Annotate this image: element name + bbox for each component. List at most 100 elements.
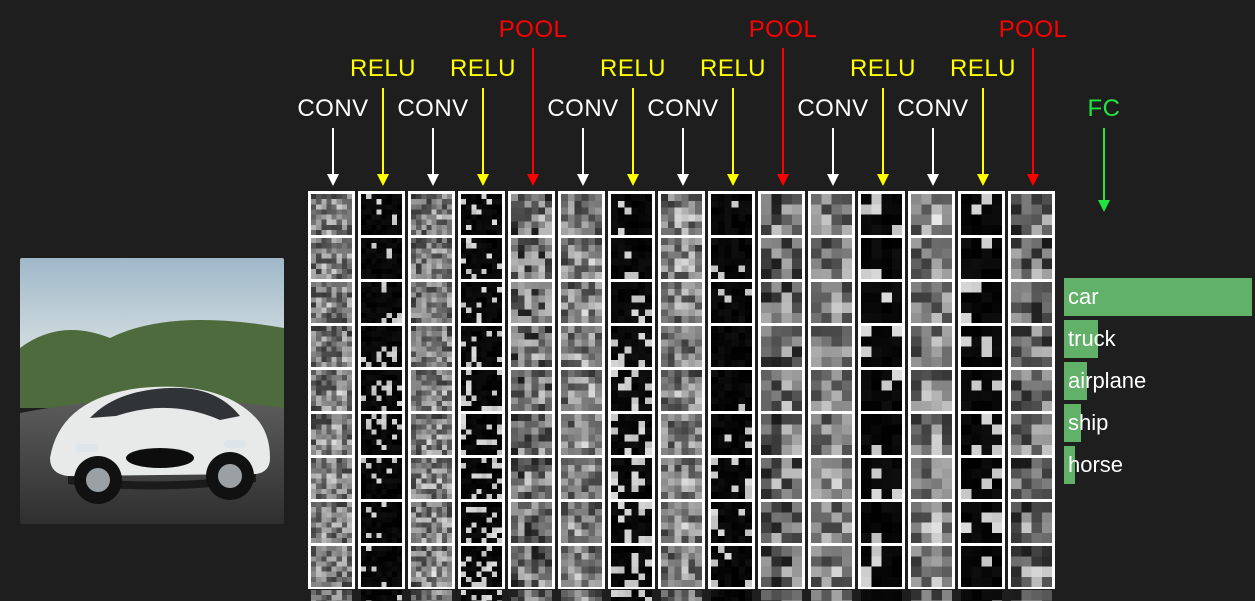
activation-tile bbox=[811, 282, 852, 323]
activation-tile bbox=[661, 414, 702, 455]
layer-label: RELU bbox=[700, 55, 766, 83]
activation-column-5 bbox=[558, 191, 605, 589]
activation-tile bbox=[861, 238, 902, 279]
activation-tile bbox=[411, 546, 452, 587]
activation-tile bbox=[611, 282, 652, 323]
activation-tile bbox=[661, 194, 702, 235]
activation-tile bbox=[311, 546, 352, 587]
activation-tile bbox=[811, 414, 852, 455]
arrow-down-icon bbox=[582, 128, 584, 186]
activation-tile bbox=[461, 458, 502, 499]
activation-tile bbox=[611, 326, 652, 367]
arrow-down-icon bbox=[382, 88, 384, 186]
arrow-down-icon bbox=[932, 128, 934, 186]
activation-column-7 bbox=[658, 191, 705, 589]
activation-tile bbox=[561, 414, 602, 455]
activation-tile bbox=[611, 458, 652, 499]
arrow-down-icon bbox=[432, 128, 434, 186]
activation-tile bbox=[761, 502, 802, 543]
activation-tile bbox=[1011, 370, 1052, 411]
activation-tile bbox=[911, 194, 952, 235]
activation-tile bbox=[411, 238, 452, 279]
activation-tile bbox=[561, 238, 602, 279]
fc-class-label: airplane bbox=[1068, 368, 1146, 394]
activation-tile bbox=[911, 414, 952, 455]
activation-tile bbox=[711, 590, 752, 601]
activation-tile bbox=[561, 502, 602, 543]
activation-column-11 bbox=[858, 191, 905, 589]
arrow-down-icon bbox=[982, 88, 984, 186]
activation-tile bbox=[511, 282, 552, 323]
layer-label: POOL bbox=[749, 16, 818, 44]
activation-tile bbox=[961, 370, 1002, 411]
activation-tile bbox=[611, 546, 652, 587]
activation-tile bbox=[961, 282, 1002, 323]
layer-label: CONV bbox=[547, 95, 618, 123]
layer-label: CONV bbox=[797, 95, 868, 123]
activation-tile bbox=[761, 282, 802, 323]
activation-tile bbox=[1011, 414, 1052, 455]
layer-label: CONV bbox=[297, 95, 368, 123]
activation-column-1 bbox=[358, 191, 405, 589]
activation-tile bbox=[661, 282, 702, 323]
activation-tile bbox=[611, 590, 652, 601]
layer-label: CONV bbox=[647, 95, 718, 123]
arrow-down-icon bbox=[782, 48, 784, 186]
activation-tile bbox=[661, 546, 702, 587]
activation-tile bbox=[311, 502, 352, 543]
activation-tile bbox=[811, 326, 852, 367]
activation-tile bbox=[1011, 458, 1052, 499]
activation-tile bbox=[861, 458, 902, 499]
layer-label: RELU bbox=[950, 55, 1016, 83]
activation-column-8 bbox=[708, 191, 755, 589]
arrow-down-icon bbox=[732, 88, 734, 186]
activation-tile bbox=[811, 370, 852, 411]
activation-column-10 bbox=[808, 191, 855, 589]
activation-tile bbox=[511, 326, 552, 367]
activation-tile bbox=[511, 414, 552, 455]
activation-tile bbox=[561, 194, 602, 235]
activation-tile bbox=[361, 502, 402, 543]
activation-column-14 bbox=[1008, 191, 1055, 589]
activation-tile bbox=[811, 458, 852, 499]
activation-tile bbox=[661, 458, 702, 499]
car-photo-placeholder bbox=[20, 258, 284, 524]
activation-tile bbox=[961, 194, 1002, 235]
activation-tile bbox=[461, 326, 502, 367]
fc-label: FC bbox=[1088, 95, 1121, 123]
activation-tile bbox=[711, 238, 752, 279]
arrow-down-icon bbox=[532, 48, 534, 186]
activation-tile bbox=[961, 546, 1002, 587]
activation-tile bbox=[811, 194, 852, 235]
activation-tile bbox=[611, 502, 652, 543]
activation-tile bbox=[861, 282, 902, 323]
activation-tile bbox=[911, 282, 952, 323]
activation-column-6 bbox=[608, 191, 655, 589]
layer-label: RELU bbox=[350, 55, 416, 83]
activation-tile bbox=[561, 326, 602, 367]
activation-tile bbox=[961, 590, 1002, 601]
activation-tile bbox=[511, 502, 552, 543]
layer-label: CONV bbox=[397, 95, 468, 123]
fc-output: cartruckairplaneshiphorse bbox=[1064, 278, 1254, 488]
layer-label: CONV bbox=[897, 95, 968, 123]
activation-column-4 bbox=[508, 191, 555, 589]
activation-tile bbox=[561, 458, 602, 499]
activation-tile bbox=[661, 326, 702, 367]
layer-label: RELU bbox=[600, 55, 666, 83]
activation-tile bbox=[711, 326, 752, 367]
activation-tile bbox=[411, 370, 452, 411]
activation-tile bbox=[1011, 282, 1052, 323]
fc-row-horse: horse bbox=[1064, 446, 1254, 484]
layer-label: RELU bbox=[850, 55, 916, 83]
activation-tile bbox=[811, 590, 852, 601]
arrow-down-icon bbox=[882, 88, 884, 186]
activation-tile bbox=[511, 590, 552, 601]
activation-tile bbox=[361, 282, 402, 323]
activation-tile bbox=[461, 370, 502, 411]
fc-arrow bbox=[1103, 128, 1105, 212]
activation-tile bbox=[361, 194, 402, 235]
activation-tile bbox=[761, 458, 802, 499]
activation-tile bbox=[561, 590, 602, 601]
activation-tile bbox=[861, 194, 902, 235]
